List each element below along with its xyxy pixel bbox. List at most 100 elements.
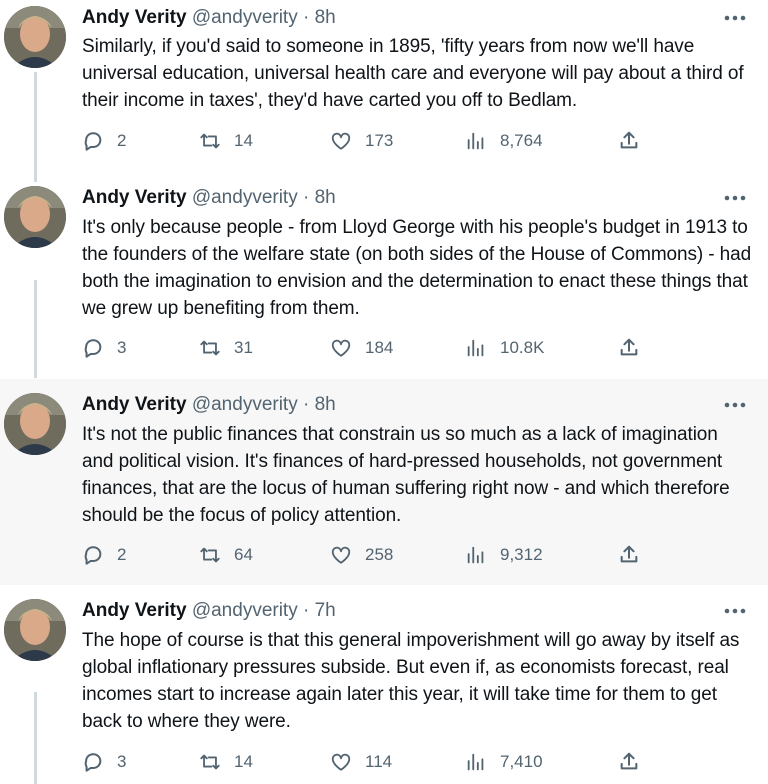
reply-button[interactable]: 2 xyxy=(82,128,126,154)
tweet[interactable]: Andy Verity @andyverity · 8h Similarly, … xyxy=(0,0,768,172)
reply-count: 2 xyxy=(117,131,127,150)
views-icon xyxy=(467,132,484,150)
reply-icon xyxy=(84,132,102,151)
retweet-icon xyxy=(200,133,220,149)
separator-dot: · xyxy=(303,187,310,208)
like-icon xyxy=(331,753,351,771)
tweet[interactable]: Andy Verity @andyverity · 8h It's not th… xyxy=(0,379,768,585)
author-name[interactable]: Andy Verity xyxy=(82,187,187,208)
reply-count: 2 xyxy=(117,545,127,564)
reply-count: 3 xyxy=(117,338,127,357)
like-count: 114 xyxy=(365,752,393,771)
author-name[interactable]: Andy Verity xyxy=(82,7,187,28)
reply-button[interactable]: 2 xyxy=(82,542,126,568)
reply-icon xyxy=(84,753,102,772)
separator-dot: · xyxy=(303,600,310,621)
retweet-button[interactable]: 31 xyxy=(199,335,253,361)
more-options-button[interactable] xyxy=(722,393,748,417)
retweet-count: 14 xyxy=(234,131,253,150)
like-button[interactable]: 114 xyxy=(330,749,392,775)
tweet-text: Similarly, if you'd said to someone in 1… xyxy=(82,36,744,111)
more-options-button[interactable] xyxy=(722,186,748,210)
reply-button[interactable]: 3 xyxy=(82,335,126,361)
views-icon xyxy=(467,753,484,771)
like-count: 258 xyxy=(365,545,394,564)
views-icon xyxy=(467,546,484,564)
tweet-header: Andy Verity @andyverity · 7h xyxy=(82,599,336,623)
tweet-text: It's not the public finances that constr… xyxy=(82,424,730,526)
timestamp[interactable]: 8h xyxy=(315,394,336,415)
more-options-button[interactable] xyxy=(722,599,748,623)
action-bar: 3 14 114 7,410 xyxy=(82,749,652,775)
like-button[interactable]: 184 xyxy=(330,335,393,361)
share-icon xyxy=(620,545,638,563)
action-bar: 3 31 184 10.8K xyxy=(82,335,652,361)
views-count: 7,410 xyxy=(500,752,543,771)
retweet-icon xyxy=(200,754,220,770)
tweet[interactable]: Andy Verity @andyverity · 8h It's only b… xyxy=(0,172,768,379)
reply-icon xyxy=(84,546,102,565)
views-button[interactable]: 7,410 xyxy=(465,749,543,775)
author-name[interactable]: Andy Verity xyxy=(82,394,187,415)
more-options-button[interactable] xyxy=(722,6,748,30)
tweet-text: It's only because people - from Lloyd Ge… xyxy=(82,217,752,319)
views-count: 8,764 xyxy=(500,131,543,150)
timestamp[interactable]: 8h xyxy=(315,187,336,208)
author-handle[interactable]: @andyverity xyxy=(192,394,298,415)
like-count: 184 xyxy=(365,338,394,357)
more-icon xyxy=(724,195,746,201)
views-icon xyxy=(467,339,484,357)
avatar[interactable] xyxy=(4,186,66,248)
retweet-count: 14 xyxy=(234,752,253,771)
share-button[interactable] xyxy=(618,335,640,361)
share-icon xyxy=(620,752,638,770)
retweet-button[interactable]: 64 xyxy=(199,542,253,568)
retweet-button[interactable]: 14 xyxy=(199,128,253,154)
tweet-header: Andy Verity @andyverity · 8h xyxy=(82,393,336,417)
reply-count: 3 xyxy=(117,752,127,771)
views-button[interactable]: 9,312 xyxy=(465,542,543,568)
more-icon xyxy=(724,15,746,21)
avatar[interactable] xyxy=(4,393,66,455)
like-button[interactable]: 258 xyxy=(330,542,393,568)
author-handle[interactable]: @andyverity xyxy=(192,7,298,28)
author-handle[interactable]: @andyverity xyxy=(192,187,298,208)
retweet-count: 31 xyxy=(234,338,253,357)
like-button[interactable]: 173 xyxy=(330,128,393,154)
reply-icon xyxy=(84,339,102,358)
author-name[interactable]: Andy Verity xyxy=(82,600,187,621)
reply-button[interactable]: 3 xyxy=(82,749,126,775)
separator-dot: · xyxy=(303,7,310,28)
views-button[interactable]: 8,764 xyxy=(465,128,543,154)
like-icon xyxy=(331,132,351,150)
more-icon xyxy=(724,402,746,408)
retweet-icon xyxy=(200,340,220,356)
share-button[interactable] xyxy=(618,749,640,775)
more-icon xyxy=(724,608,746,614)
avatar[interactable] xyxy=(4,599,66,661)
like-icon xyxy=(331,339,351,357)
retweet-icon xyxy=(200,547,220,563)
like-icon xyxy=(331,546,351,564)
tweet-header: Andy Verity @andyverity · 8h xyxy=(82,186,336,210)
share-icon xyxy=(620,131,638,149)
retweet-count: 64 xyxy=(234,545,253,564)
retweet-button[interactable]: 14 xyxy=(199,749,253,775)
avatar[interactable] xyxy=(4,6,66,68)
share-button[interactable] xyxy=(618,542,640,568)
separator-dot: · xyxy=(303,394,310,415)
views-count: 10.8K xyxy=(500,338,545,357)
views-count: 9,312 xyxy=(500,545,543,564)
like-count: 173 xyxy=(365,131,394,150)
action-bar: 2 64 258 9,312 xyxy=(82,542,652,568)
share-button[interactable] xyxy=(618,128,640,154)
action-bar: 2 14 173 8,764 xyxy=(82,128,652,154)
tweet-text: The hope of course is that this general … xyxy=(82,630,740,732)
tweet[interactable]: Andy Verity @andyverity · 7h The hope of… xyxy=(0,585,768,784)
share-icon xyxy=(620,338,638,356)
views-button[interactable]: 10.8K xyxy=(465,335,544,361)
tweet-header: Andy Verity @andyverity · 8h xyxy=(82,6,336,30)
timestamp[interactable]: 8h xyxy=(315,7,336,28)
author-handle[interactable]: @andyverity xyxy=(192,600,298,621)
timestamp[interactable]: 7h xyxy=(315,600,336,621)
